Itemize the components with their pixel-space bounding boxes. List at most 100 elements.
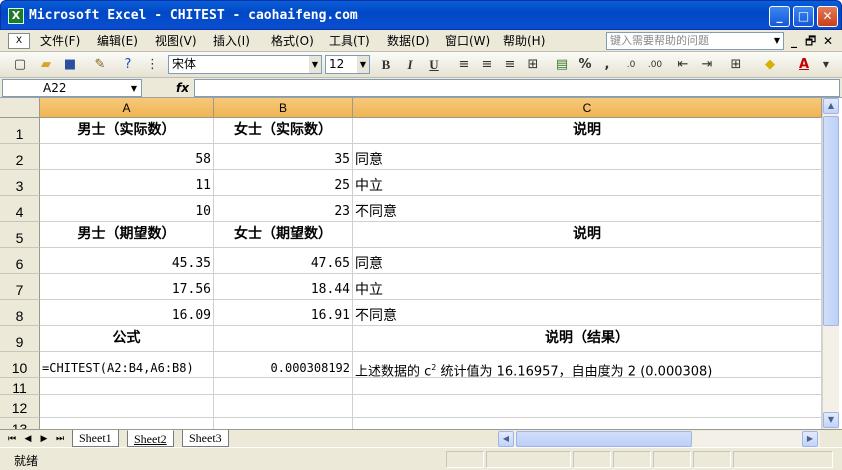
currency-icon[interactable]: ▤: [552, 56, 572, 74]
cell-a10[interactable]: =CHITEST(A2:B4,A6:B8): [40, 352, 214, 378]
cell-c6[interactable]: 同意: [353, 248, 822, 274]
percent-button[interactable]: %: [575, 56, 595, 74]
horizontal-scroll-thumb[interactable]: [516, 431, 692, 447]
insert-function-button[interactable]: fx: [176, 79, 192, 97]
minimize-button[interactable]: _: [769, 6, 790, 27]
italic-button[interactable]: I: [400, 56, 420, 74]
doc-minimize-button[interactable]: _: [791, 33, 797, 50]
cell-c11[interactable]: [353, 378, 822, 395]
horizontal-scrollbar[interactable]: ◀ ▶: [498, 431, 820, 447]
cell-c2[interactable]: 同意: [353, 144, 822, 170]
cell-c10[interactable]: 上述数据的 c2 统计值为 16.16957，自由度为 2 (0.000308): [353, 352, 822, 379]
cell-b13[interactable]: [214, 418, 353, 429]
align-center-icon[interactable]: ≡: [477, 56, 497, 74]
font-color-button[interactable]: A: [794, 56, 814, 74]
vertical-scrollbar[interactable]: ▲ ▼: [822, 98, 839, 429]
new-file-icon[interactable]: ▢: [10, 56, 30, 74]
close-button[interactable]: ✕: [817, 6, 838, 27]
cell-b11[interactable]: [214, 378, 353, 395]
toolbar-overflow-icon[interactable]: ▼: [820, 56, 832, 74]
increase-indent-icon[interactable]: ⇥: [697, 56, 717, 74]
last-sheet-icon[interactable]: ⏭: [54, 432, 66, 446]
open-folder-icon[interactable]: ▰: [36, 56, 56, 74]
name-box[interactable]: A22 ▼: [2, 79, 142, 97]
row-header[interactable]: 9: [0, 326, 40, 352]
column-header-c[interactable]: C: [353, 98, 822, 118]
decrease-indent-icon[interactable]: ⇤: [673, 56, 693, 74]
fill-color-icon[interactable]: ◆: [760, 56, 780, 74]
row-header[interactable]: 3: [0, 170, 40, 196]
cell-c13[interactable]: [353, 418, 822, 429]
cell-a6[interactable]: 45.35: [40, 248, 214, 274]
menu-help[interactable]: 帮助(H): [503, 33, 545, 50]
row-header[interactable]: 8: [0, 300, 40, 326]
row-header[interactable]: 12: [0, 395, 40, 418]
decrease-decimal-button[interactable]: .00: [643, 56, 667, 74]
cell-b10[interactable]: 0.000308192: [214, 352, 353, 378]
cell-b12[interactable]: [214, 395, 353, 418]
help-search-input[interactable]: 键入需要帮助的问题 ▼: [606, 32, 784, 50]
cell-b2[interactable]: 35: [214, 144, 353, 170]
row-header[interactable]: 13: [0, 418, 40, 429]
align-left-icon[interactable]: ≡: [454, 56, 474, 74]
format-painter-icon[interactable]: ✎: [90, 56, 110, 74]
menu-tools[interactable]: 工具(T): [329, 33, 370, 50]
cell-c8[interactable]: 不同意: [353, 300, 822, 326]
cell-b1[interactable]: 女士（实际数）: [214, 118, 353, 144]
cell-a3[interactable]: 11: [40, 170, 214, 196]
cell-b9[interactable]: [214, 326, 353, 352]
cell-a4[interactable]: 10: [40, 196, 214, 222]
cell-a12[interactable]: [40, 395, 214, 418]
row-header[interactable]: 1: [0, 118, 40, 144]
cell-c3[interactable]: 中立: [353, 170, 822, 196]
tab-sheet2[interactable]: Sheet2: [127, 430, 174, 447]
font-size-select[interactable]: 12 ▼: [325, 55, 370, 74]
row-header[interactable]: 6: [0, 248, 40, 274]
cell-c7[interactable]: 中立: [353, 274, 822, 300]
cell-b8[interactable]: 16.91: [214, 300, 353, 326]
toolbar-options-icon[interactable]: ⋮: [146, 56, 159, 74]
increase-decimal-button[interactable]: .0: [619, 56, 643, 74]
doc-close-button[interactable]: ✕: [823, 33, 833, 50]
row-header[interactable]: 4: [0, 196, 40, 222]
row-header[interactable]: 11: [0, 378, 40, 396]
menu-window[interactable]: 窗口(W): [445, 33, 490, 50]
cell-c1[interactable]: 说明: [353, 118, 822, 144]
underline-button[interactable]: U: [424, 56, 444, 74]
menu-edit[interactable]: 编辑(E): [97, 33, 138, 50]
vertical-scroll-thumb[interactable]: [823, 116, 839, 326]
merge-center-icon[interactable]: ⊞: [523, 56, 543, 74]
cell-a13[interactable]: [40, 418, 214, 429]
scroll-left-icon[interactable]: ◀: [498, 431, 514, 447]
prev-sheet-icon[interactable]: ◀: [22, 432, 34, 446]
cell-a7[interactable]: 17.56: [40, 274, 214, 300]
select-all-corner[interactable]: [0, 98, 40, 118]
menu-view[interactable]: 视图(V): [155, 33, 197, 50]
tab-sheet3[interactable]: Sheet3: [182, 430, 229, 447]
first-sheet-icon[interactable]: ⏮: [6, 432, 18, 446]
cell-c4[interactable]: 不同意: [353, 196, 822, 222]
cell-a5[interactable]: 男士（期望数）: [40, 222, 214, 248]
cell-b5[interactable]: 女士（期望数）: [214, 222, 353, 248]
cell-a9[interactable]: 公式: [40, 326, 214, 352]
cell-a2[interactable]: 58: [40, 144, 214, 170]
cell-a8[interactable]: 16.09: [40, 300, 214, 326]
bold-button[interactable]: B: [376, 56, 396, 74]
font-name-select[interactable]: 宋体 ▼: [168, 55, 322, 74]
cell-b3[interactable]: 25: [214, 170, 353, 196]
row-header[interactable]: 7: [0, 274, 40, 300]
cell-a1[interactable]: 男士（实际数）: [40, 118, 214, 144]
chevron-down-icon[interactable]: ▼: [127, 80, 141, 97]
chevron-down-icon[interactable]: ▼: [357, 56, 369, 73]
menu-file[interactable]: 文件(F): [40, 33, 80, 50]
borders-icon[interactable]: ⊞: [726, 56, 746, 74]
column-header-a[interactable]: A: [40, 98, 214, 118]
help-icon[interactable]: ?: [118, 56, 138, 74]
menu-insert[interactable]: 插入(I): [213, 33, 250, 50]
row-header[interactable]: 10: [0, 352, 40, 378]
cell-b7[interactable]: 18.44: [214, 274, 353, 300]
column-header-b[interactable]: B: [214, 98, 353, 118]
cell-b6[interactable]: 47.65: [214, 248, 353, 274]
scroll-down-icon[interactable]: ▼: [823, 412, 839, 428]
cell-a11[interactable]: [40, 378, 214, 395]
